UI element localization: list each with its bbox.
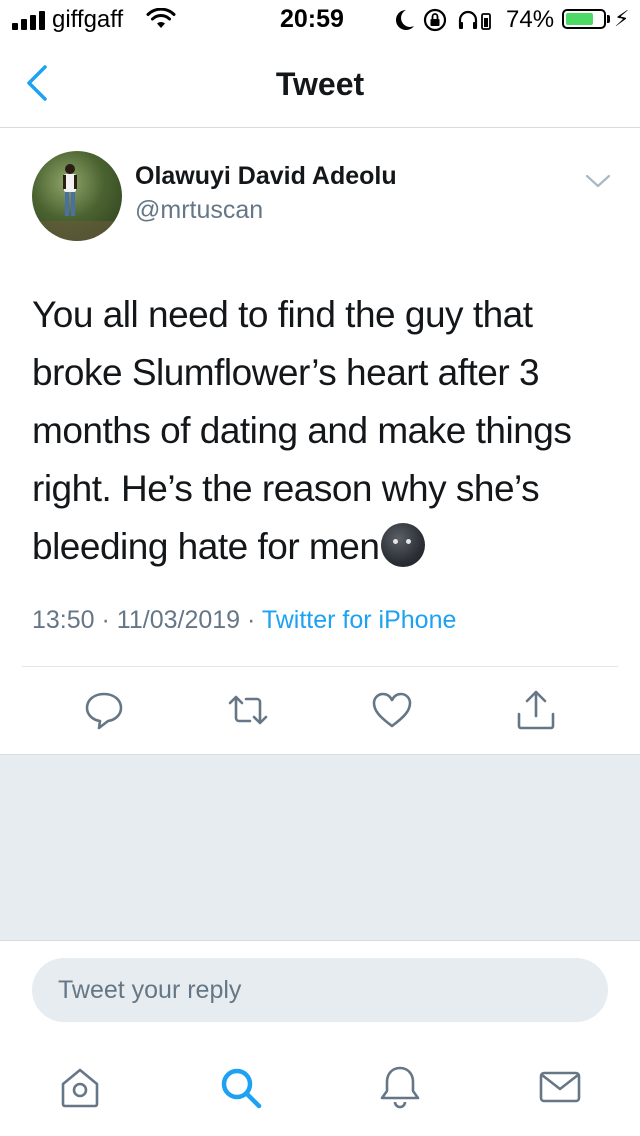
nav-bar: Tweet (0, 40, 640, 128)
battery-level (566, 13, 593, 25)
replies-area (0, 755, 640, 940)
tweet-date: 11/03/2019 (116, 606, 241, 634)
battery-percent: 74% (506, 6, 555, 33)
meta-separator: · (101, 606, 110, 634)
headphones-icon (458, 10, 478, 29)
display-name[interactable]: Olawuyi David Adeolu (135, 162, 397, 191)
avatar[interactable] (32, 151, 122, 241)
tweet-body: You all need to find the guy that broke … (32, 294, 572, 567)
messages-icon[interactable] (537, 1064, 583, 1110)
like-icon[interactable] (370, 688, 414, 732)
charging-bolt-icon: ⚡ (614, 6, 630, 31)
battery-cap (607, 15, 610, 23)
status-bar: giffgaff 20:59 74% ⚡ (0, 0, 640, 40)
signal-icon (12, 10, 48, 30)
status-icons (392, 6, 502, 39)
battery-icon (562, 9, 606, 29)
reply-icon[interactable] (82, 688, 126, 732)
page-title: Tweet (275, 66, 365, 102)
headphones-battery-icon (481, 13, 491, 30)
retweet-icon[interactable] (226, 688, 270, 732)
divider (0, 940, 640, 941)
tweet-source-link[interactable]: Twitter for iPhone (262, 606, 457, 634)
tweet-time: 13:50 (32, 606, 95, 634)
share-icon[interactable] (514, 688, 558, 732)
reply-input[interactable]: Tweet your reply (32, 958, 608, 1022)
carrier-name: giffgaff (52, 6, 124, 33)
user-handle[interactable]: @mrtuscan (135, 196, 263, 225)
wifi-icon (146, 7, 176, 35)
divider (22, 666, 618, 667)
tweet-text: You all need to find the guy that broke … (32, 286, 612, 576)
search-icon[interactable] (217, 1064, 263, 1110)
meta-separator: · (247, 606, 256, 634)
new-moon-face-emoji (381, 523, 426, 567)
notifications-icon[interactable] (377, 1064, 423, 1110)
chevron-down-icon[interactable] (584, 172, 612, 195)
moon-icon (396, 10, 414, 30)
rotation-lock-icon (423, 8, 447, 32)
tweet-meta: 13:50 · 11/03/2019 · Twitter for iPhone (32, 606, 456, 635)
home-icon[interactable] (57, 1064, 103, 1110)
status-time: 20:59 (280, 5, 344, 33)
